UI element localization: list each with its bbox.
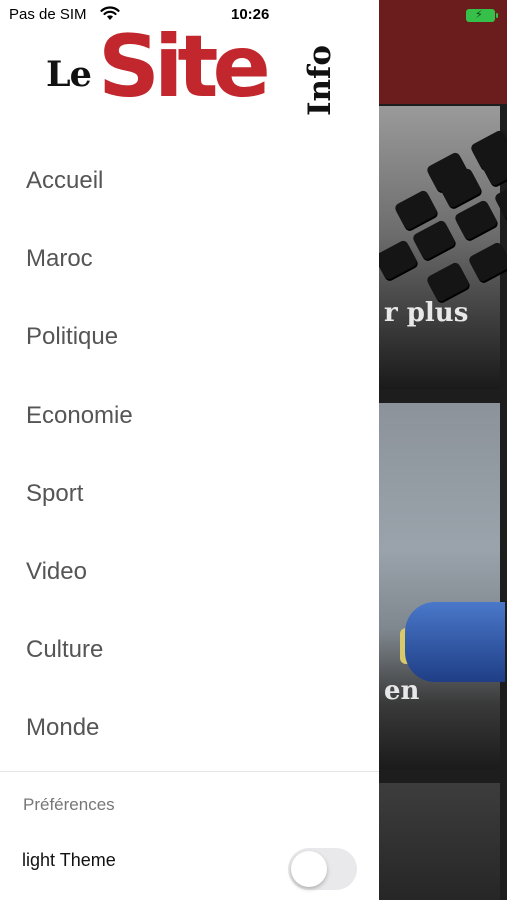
light-theme-toggle[interactable] <box>288 848 357 890</box>
logo-site-text: Site <box>98 17 271 117</box>
preferences-section-title: Préférences <box>23 795 115 814</box>
category-menu: Accueil Maroc Politique Economie Sport V… <box>0 142 379 768</box>
menu-item-politique[interactable]: Politique <box>0 298 379 376</box>
background-headline-2: en <box>384 676 420 706</box>
menu-item-maroc[interactable]: Maroc <box>0 220 379 298</box>
logo-le-text: Le <box>46 54 92 95</box>
carrier-label: Pas de SIM <box>9 6 87 23</box>
light-theme-label: light Theme <box>22 850 116 870</box>
menu-item-monde[interactable]: Monde <box>0 689 379 767</box>
toggle-knob[interactable] <box>291 851 327 887</box>
menu-item-accueil[interactable]: Accueil <box>0 142 379 220</box>
side-drawer: Pas de SIM 10:26 Le Site Info Accueil Ma… <box>0 0 379 900</box>
menu-divider <box>0 771 379 772</box>
pen-image <box>405 602 505 682</box>
logo-info-text: Info <box>302 44 338 116</box>
keyboard-image <box>373 129 507 370</box>
menu-item-sport[interactable]: Sport <box>0 455 379 533</box>
lesiteinfo-logo: Le Site Info <box>44 24 339 124</box>
background-headline-1: r plus <box>384 298 469 328</box>
menu-item-economie[interactable]: Economie <box>0 377 379 455</box>
battery-charging-icon: ⚡ <box>466 9 498 22</box>
menu-item-video[interactable]: Video <box>0 533 379 611</box>
menu-item-culture[interactable]: Culture <box>0 611 379 689</box>
